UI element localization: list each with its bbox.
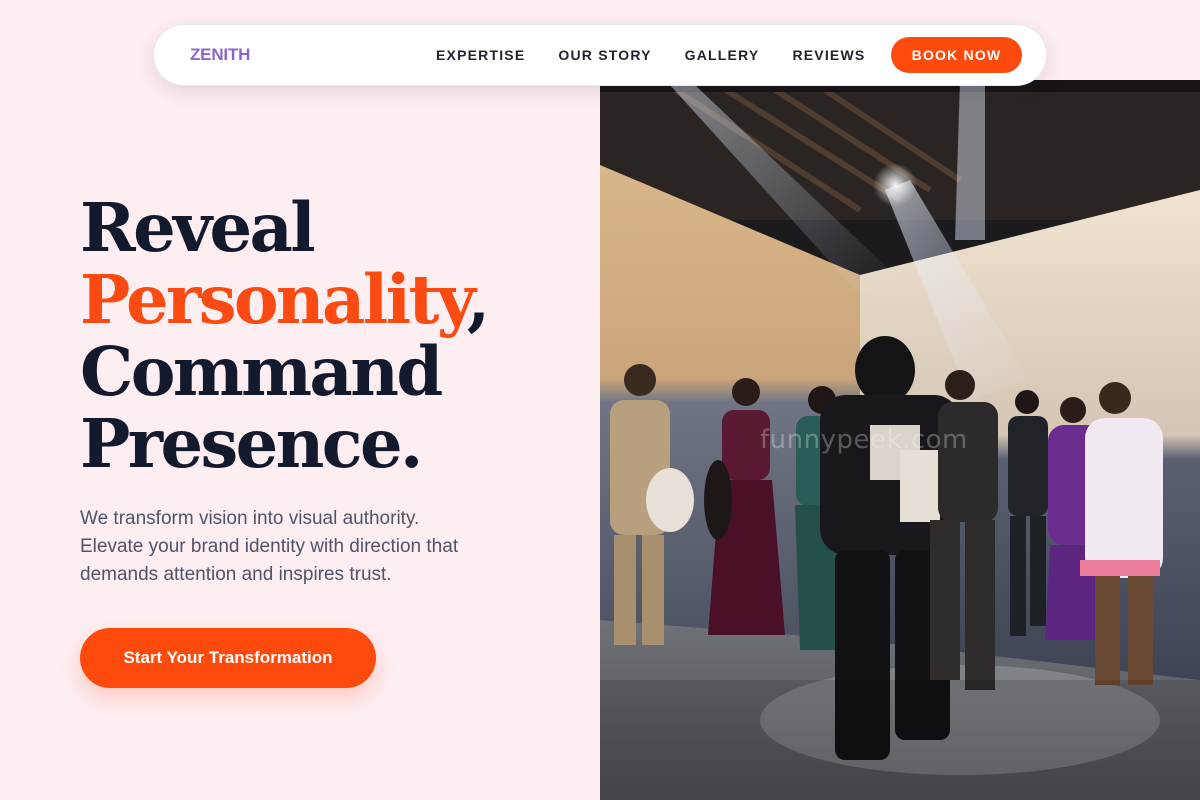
photo-watermark: funnypeek.com [760,425,968,455]
nav-link-reviews[interactable]: REVIEWS [792,47,865,63]
nav-link-our-story[interactable]: OUR STORY [558,47,651,63]
headline-line-2: Personality, [80,264,580,336]
headline-line-3: Command [80,332,443,411]
start-transformation-button[interactable]: Start Your Transformation [80,628,376,688]
subtext-line-2: Elevate your brand identity with directi… [80,536,459,557]
hero-headline: Reveal Personality, Command Presence. [80,192,580,480]
headline-line-4: Presence. [80,404,423,483]
subtext-line-3: demands attention and inspires trust. [80,564,392,585]
nav-link-gallery[interactable]: GALLERY [685,47,760,63]
nav-links: EXPERTISE OUR STORY GALLERY REVIEWS [436,25,898,85]
hero-subtext: We transform vision into visual authorit… [80,505,550,589]
navbar: ZENITH EXPERTISE OUR STORY GALLERY REVIE… [153,24,1047,86]
headline-line-1: Reveal [80,188,316,267]
subtext-line-1: We transform vision into visual authorit… [80,508,420,529]
headline-accent-suffix: , [466,260,490,339]
book-now-button[interactable]: BOOK NOW [891,37,1022,73]
nav-link-expertise[interactable]: EXPERTISE [436,47,525,63]
headline-accent: Personality [80,260,469,339]
brand-logo[interactable]: ZENITH [190,25,250,85]
